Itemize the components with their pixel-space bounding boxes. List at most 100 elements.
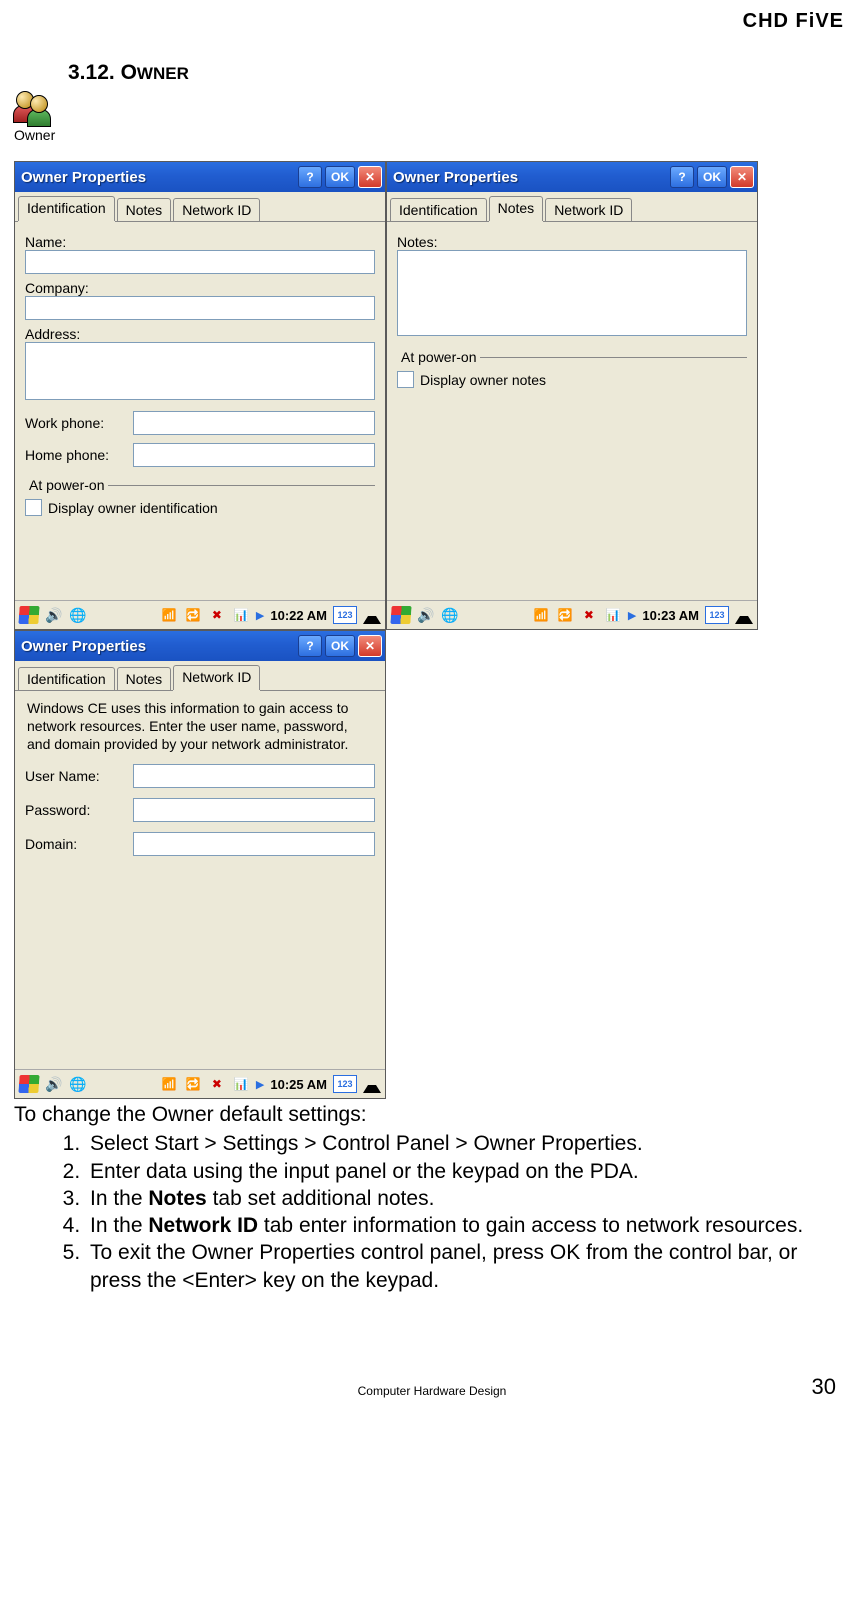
sip-up-icon[interactable]	[363, 606, 381, 624]
tray-icon[interactable]: 📊	[232, 606, 250, 624]
tray-icon[interactable]: 🔊	[45, 606, 63, 624]
step-4: In the Network ID tab enter information …	[86, 1212, 850, 1239]
username-label: User Name:	[25, 768, 129, 784]
display-owner-id-checkbox[interactable]	[25, 499, 42, 516]
tray-icon[interactable]: 📊	[604, 606, 622, 624]
tabs: Identification Notes Network ID	[15, 192, 385, 222]
cancel-icon[interactable]: ✖	[580, 606, 598, 624]
screenshot-notes: Owner Properties ? OK Identification Not…	[386, 161, 758, 630]
expand-tray-icon[interactable]: ▶	[628, 609, 636, 622]
tray-icon[interactable]: 🌐	[69, 1075, 87, 1093]
name-label: Name:	[25, 234, 375, 250]
address-label: Address:	[25, 326, 375, 342]
company-label: Company:	[25, 280, 375, 296]
clock: 10:23 AM	[642, 608, 699, 623]
tray-icon[interactable]: 📊	[232, 1075, 250, 1093]
tray-icon[interactable]: 📶	[532, 606, 550, 624]
tray-icon[interactable]: 🌐	[69, 606, 87, 624]
cancel-icon[interactable]: ✖	[208, 1075, 226, 1093]
tray-icon[interactable]: 🔊	[417, 606, 435, 624]
password-input[interactable]	[133, 798, 375, 822]
tab-notes[interactable]: Notes	[117, 667, 172, 690]
clock: 10:25 AM	[270, 1077, 327, 1092]
display-owner-id-label: Display owner identification	[48, 500, 218, 516]
step-2: Enter data using the input panel or the …	[86, 1158, 850, 1185]
tray-icon[interactable]: 📶	[160, 606, 178, 624]
company-input[interactable]	[25, 296, 375, 320]
input-panel-icon[interactable]: 123	[705, 606, 729, 624]
network-id-description: Windows CE uses this information to gain…	[27, 699, 373, 754]
notes-label: Notes:	[397, 234, 747, 250]
sync-icon[interactable]: 🔁	[556, 606, 574, 624]
window-title: Owner Properties	[21, 169, 295, 186]
tab-identification[interactable]: Identification	[18, 196, 115, 221]
cancel-icon[interactable]: ✖	[208, 606, 226, 624]
step-1: Select Start > Settings > Control Panel …	[86, 1130, 850, 1157]
screenshot-network-id: Owner Properties ? OK Identification Not…	[14, 630, 386, 1099]
section-heading: 3.12. OWNER	[68, 61, 850, 85]
titlebar: Owner Properties ? OK	[387, 162, 757, 192]
input-panel-icon[interactable]: 123	[333, 1075, 357, 1093]
input-panel-icon[interactable]: 123	[333, 606, 357, 624]
ok-button[interactable]: OK	[325, 166, 355, 188]
tab-network-id[interactable]: Network ID	[173, 665, 260, 690]
domain-label: Domain:	[25, 836, 129, 852]
step-5: To exit the Owner Properties control pan…	[86, 1239, 850, 1294]
power-on-legend: At power-on	[25, 477, 108, 493]
power-on-group: At power-on Display owner identification	[25, 477, 375, 516]
tray-icon[interactable]: 🌐	[441, 606, 459, 624]
close-button[interactable]	[358, 166, 382, 188]
sip-up-icon[interactable]	[363, 1075, 381, 1093]
sip-up-icon[interactable]	[735, 606, 753, 624]
instructions: To change the Owner default settings: Se…	[14, 1101, 850, 1294]
work-phone-input[interactable]	[133, 411, 375, 435]
start-icon[interactable]	[18, 1075, 39, 1093]
display-owner-notes-checkbox[interactable]	[397, 371, 414, 388]
step-3: In the Notes tab set additional notes.	[86, 1185, 850, 1212]
close-button[interactable]	[730, 166, 754, 188]
help-button[interactable]: ?	[298, 166, 322, 188]
help-button[interactable]: ?	[670, 166, 694, 188]
expand-tray-icon[interactable]: ▶	[256, 609, 264, 622]
window-title: Owner Properties	[393, 169, 667, 186]
tab-network-id[interactable]: Network ID	[173, 198, 260, 221]
taskbar: 🔊 🌐 📶 🔁 ✖ 📊 ▶ 10:23 AM 123	[387, 600, 757, 629]
password-label: Password:	[25, 802, 129, 818]
domain-input[interactable]	[133, 832, 375, 856]
tray-icon[interactable]: 📶	[160, 1075, 178, 1093]
section-title-rest: WNER	[137, 64, 189, 83]
ok-button[interactable]: OK	[697, 166, 727, 188]
tab-identification[interactable]: Identification	[390, 198, 487, 221]
footer-text: Computer Hardware Design	[358, 1384, 507, 1398]
titlebar: Owner Properties ? OK	[15, 162, 385, 192]
close-button[interactable]	[358, 635, 382, 657]
display-owner-notes-label: Display owner notes	[420, 372, 546, 388]
help-button[interactable]: ?	[298, 635, 322, 657]
clock: 10:22 AM	[270, 608, 327, 623]
username-input[interactable]	[133, 764, 375, 788]
tab-identification[interactable]: Identification	[18, 667, 115, 690]
tab-network-id[interactable]: Network ID	[545, 198, 632, 221]
taskbar: 🔊 🌐 📶 🔁 ✖ 📊 ▶ 10:25 AM 123	[15, 1069, 385, 1098]
tray-icon[interactable]: 🔊	[45, 1075, 63, 1093]
titlebar: Owner Properties ? OK	[15, 631, 385, 661]
power-on-legend: At power-on	[397, 349, 480, 365]
home-phone-input[interactable]	[133, 443, 375, 467]
name-input[interactable]	[25, 250, 375, 274]
tabs: Identification Notes Network ID	[387, 192, 757, 222]
address-input[interactable]	[25, 342, 375, 400]
brand-header: CHD FiVE	[14, 10, 850, 33]
sync-icon[interactable]: 🔁	[184, 1075, 202, 1093]
start-icon[interactable]	[18, 606, 39, 624]
tab-notes[interactable]: Notes	[117, 198, 172, 221]
notes-input[interactable]	[397, 250, 747, 336]
start-icon[interactable]	[390, 606, 411, 624]
sync-icon[interactable]: 🔁	[184, 606, 202, 624]
window-title: Owner Properties	[21, 638, 295, 655]
ok-button[interactable]: OK	[325, 635, 355, 657]
section-number: 3.12.	[68, 61, 115, 84]
tab-notes[interactable]: Notes	[489, 196, 544, 221]
screenshot-identification: Owner Properties ? OK Identification Not…	[14, 161, 386, 630]
taskbar: 🔊 🌐 📶 🔁 ✖ 📊 ▶ 10:22 AM 123	[15, 600, 385, 629]
expand-tray-icon[interactable]: ▶	[256, 1078, 264, 1091]
